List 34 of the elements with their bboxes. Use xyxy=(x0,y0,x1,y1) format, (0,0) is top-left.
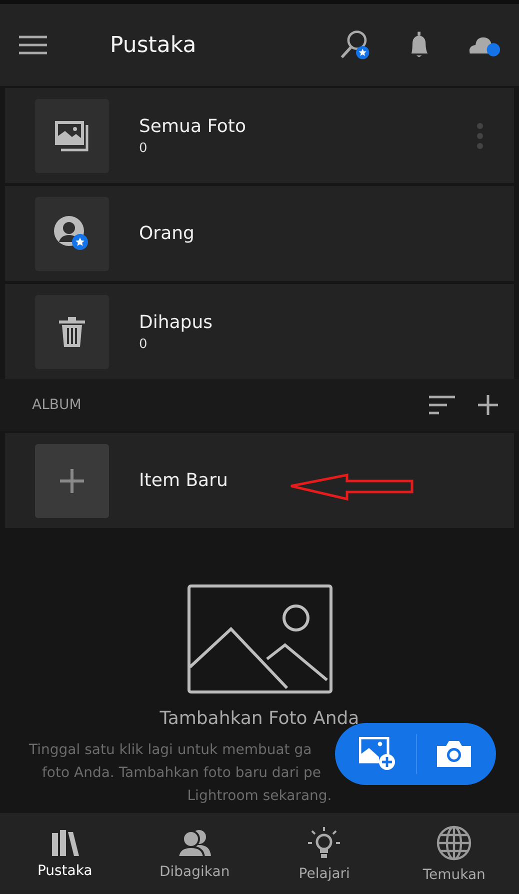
plus-icon xyxy=(59,468,85,494)
page-title: Pustaka xyxy=(110,32,198,58)
list-row[interactable]: Item Baru xyxy=(5,433,514,528)
sort-icon[interactable] xyxy=(429,395,455,415)
row-count: 0 xyxy=(139,336,148,352)
image-placeholder-icon xyxy=(186,584,332,694)
list-row[interactable]: Dihapus 0 xyxy=(5,284,514,379)
list-row[interactable]: Semua Foto 0 xyxy=(5,88,514,183)
menu-button[interactable] xyxy=(18,34,48,56)
person-icon xyxy=(53,214,91,252)
row-label: Semua Foto xyxy=(139,116,246,136)
people-icon xyxy=(176,828,213,858)
row-label: Orang xyxy=(139,223,194,244)
description-line: foto Anda. Tambahkan foto baru dari pe xyxy=(42,764,321,783)
empty-title: Tambahkan Foto Anda xyxy=(160,708,360,729)
photos-icon xyxy=(54,120,90,152)
lightbulb-icon xyxy=(307,826,342,860)
add-photo-button[interactable] xyxy=(358,737,397,771)
nav-tab[interactable]: Dibagikan xyxy=(130,813,260,894)
description-line: Tinggal satu klik lagi untuk membuat ga xyxy=(29,741,312,760)
books-icon xyxy=(50,828,79,856)
trash-icon xyxy=(58,316,86,348)
row-label: Item Baru xyxy=(139,470,228,491)
nav-tab[interactable]: Pelajari xyxy=(260,813,390,894)
nav-tab[interactable]: Temukan xyxy=(389,813,519,894)
add-icon[interactable] xyxy=(477,394,499,416)
globe-icon xyxy=(436,824,472,860)
list-row[interactable]: Orang xyxy=(5,186,514,281)
row-count: 0 xyxy=(139,140,148,156)
camera-button[interactable] xyxy=(436,740,472,768)
description-line: Lightroom sekarang. xyxy=(187,787,332,806)
row-label: Dihapus xyxy=(139,312,213,332)
section-label: ALBUM xyxy=(32,397,82,413)
nav-tab[interactable]: Pustaka xyxy=(0,813,130,894)
